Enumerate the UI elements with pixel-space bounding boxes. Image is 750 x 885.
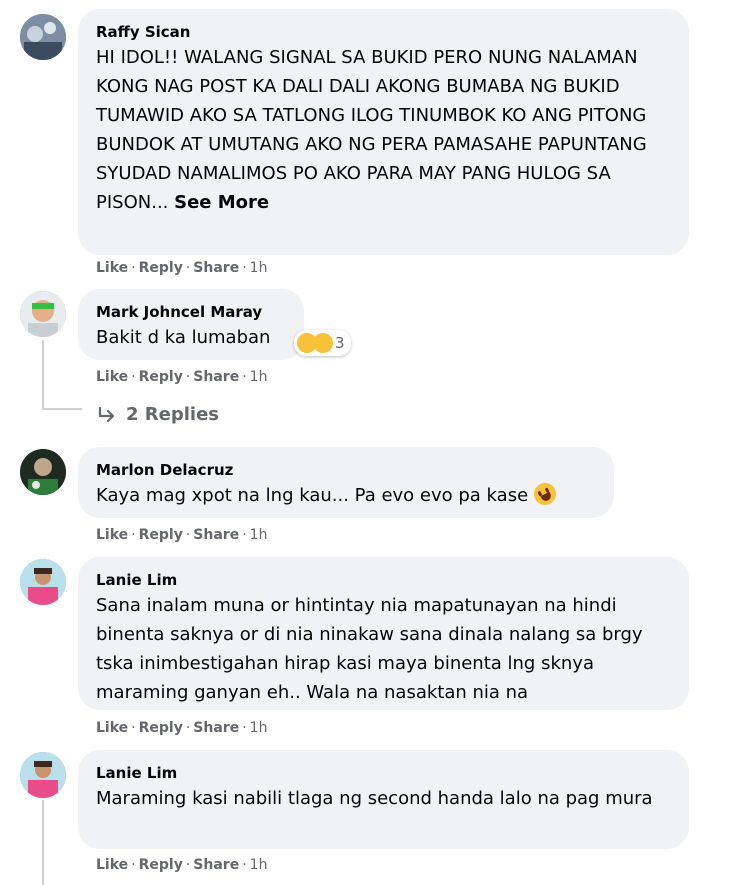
timestamp[interactable]: 1h bbox=[250, 527, 268, 543]
see-more-link[interactable]: See More bbox=[174, 192, 269, 213]
thread-line-curve bbox=[42, 408, 82, 410]
like-button[interactable]: Like bbox=[96, 369, 128, 385]
timestamp[interactable]: 1h bbox=[250, 369, 268, 385]
reply-button[interactable]: Reply bbox=[139, 857, 183, 873]
reply-arrow-icon bbox=[98, 406, 115, 423]
rofl-emoji-icon bbox=[530, 479, 560, 509]
comment-bubble: Raffy Sican HI IDOL!! WALANG SIGNAL SA B… bbox=[78, 9, 689, 255]
comment-bubble: Marlon Delacruz Kaya mag xpot na lng kau… bbox=[78, 447, 614, 518]
comment-actions: Like · Reply · Share · 1h bbox=[96, 260, 268, 276]
timestamp[interactable]: 1h bbox=[250, 260, 268, 276]
like-button[interactable]: Like bbox=[96, 527, 128, 543]
comment-bubble: Mark Johncel Maray Bakit d ka lumaban bbox=[78, 289, 304, 360]
comment-actions: Like · Reply · Share · 1h bbox=[96, 527, 268, 543]
comment-body: Kaya mag xpot na lng kau... Pa evo evo p… bbox=[96, 485, 529, 506]
reply-button[interactable]: Reply bbox=[139, 720, 183, 736]
like-button[interactable]: Like bbox=[96, 720, 128, 736]
comment-bubble: Lanie Lim Maraming kasi nabili tlaga ng … bbox=[78, 750, 689, 849]
avatar[interactable] bbox=[20, 449, 66, 495]
avatar[interactable] bbox=[20, 291, 66, 337]
replies-count: 2 Replies bbox=[126, 404, 220, 425]
thread-line bbox=[42, 800, 44, 885]
reply-button[interactable]: Reply bbox=[139, 260, 183, 276]
comment-text: HI IDOL!! WALANG SIGNAL SA BUKID PERO NU… bbox=[96, 43, 671, 217]
reply-button[interactable]: Reply bbox=[139, 527, 183, 543]
avatar[interactable] bbox=[20, 752, 66, 798]
like-button[interactable]: Like bbox=[96, 857, 128, 873]
comment-author[interactable]: Marlon Delacruz bbox=[96, 459, 596, 481]
reaction-summary[interactable]: 3 bbox=[294, 330, 351, 356]
comment-author[interactable]: Lanie Lim bbox=[96, 762, 671, 784]
reaction-count: 3 bbox=[335, 334, 345, 352]
wow-reaction-icon bbox=[313, 333, 333, 353]
comment-body: HI IDOL!! WALANG SIGNAL SA BUKID PERO NU… bbox=[96, 47, 647, 213]
share-button[interactable]: Share bbox=[193, 857, 239, 873]
comment-bubble: Lanie Lim Sana inalam muna or hintintay … bbox=[78, 557, 689, 710]
comment-text: Kaya mag xpot na lng kau... Pa evo evo p… bbox=[96, 479, 596, 510]
share-button[interactable]: Share bbox=[193, 527, 239, 543]
comment-author[interactable]: Raffy Sican bbox=[96, 21, 671, 43]
avatar[interactable] bbox=[20, 14, 66, 60]
timestamp[interactable]: 1h bbox=[250, 857, 268, 873]
comment-actions: Like · Reply · Share · 1h bbox=[96, 857, 268, 873]
comment-author[interactable]: Mark Johncel Maray bbox=[96, 301, 286, 323]
comment-actions: Like · Reply · Share · 1h bbox=[96, 720, 268, 736]
share-button[interactable]: Share bbox=[193, 720, 239, 736]
timestamp[interactable]: 1h bbox=[250, 720, 268, 736]
avatar[interactable] bbox=[20, 559, 66, 605]
comment-text: Maraming kasi nabili tlaga ng second han… bbox=[96, 788, 653, 809]
view-replies-button[interactable]: 2 Replies bbox=[96, 402, 219, 428]
like-button[interactable]: Like bbox=[96, 260, 128, 276]
comment-actions: Like · Reply · Share · 1h bbox=[96, 369, 268, 385]
share-button[interactable]: Share bbox=[193, 260, 239, 276]
thread-line bbox=[42, 340, 44, 410]
share-button[interactable]: Share bbox=[193, 369, 239, 385]
comment-author[interactable]: Lanie Lim bbox=[96, 569, 671, 591]
comment-text: Bakit d ka lumaban bbox=[96, 327, 271, 348]
comment-text: Sana inalam muna or hintintay nia mapatu… bbox=[96, 595, 643, 703]
reply-button[interactable]: Reply bbox=[139, 369, 183, 385]
